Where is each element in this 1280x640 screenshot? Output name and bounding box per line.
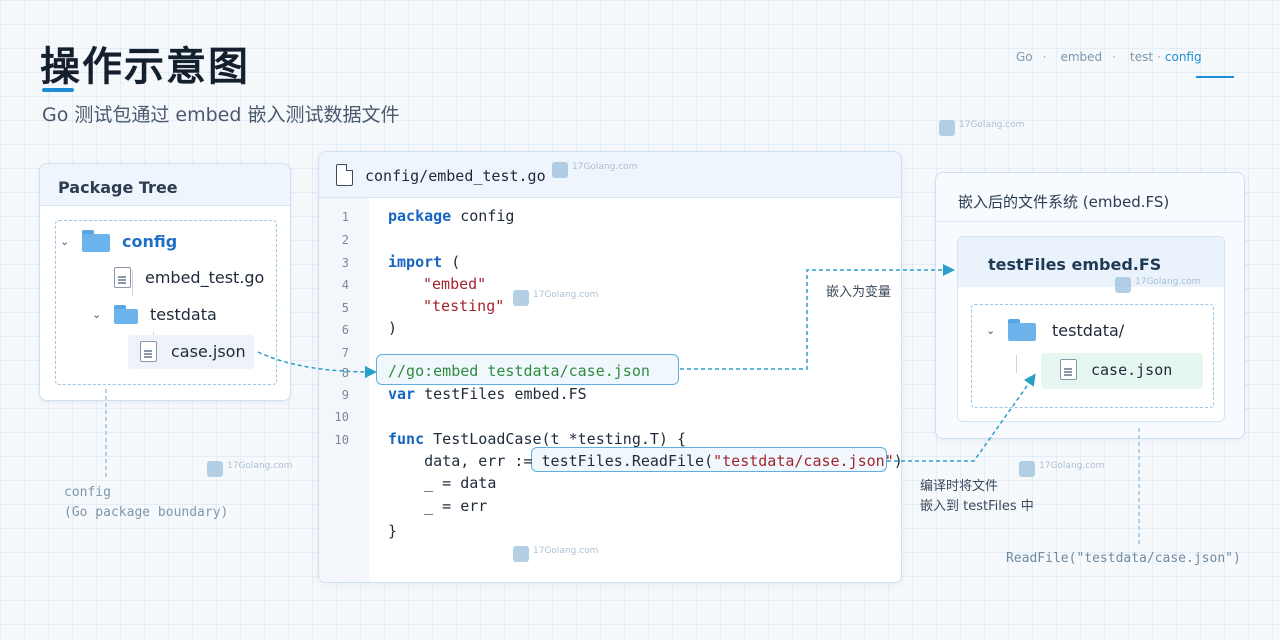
connector-layer (105, 264, 1140, 544)
readfile-to-case-json-arrow (887, 373, 1036, 462)
case-json-to-directive-arrow (257, 351, 377, 378)
directive-to-fs-arrow (680, 264, 955, 370)
